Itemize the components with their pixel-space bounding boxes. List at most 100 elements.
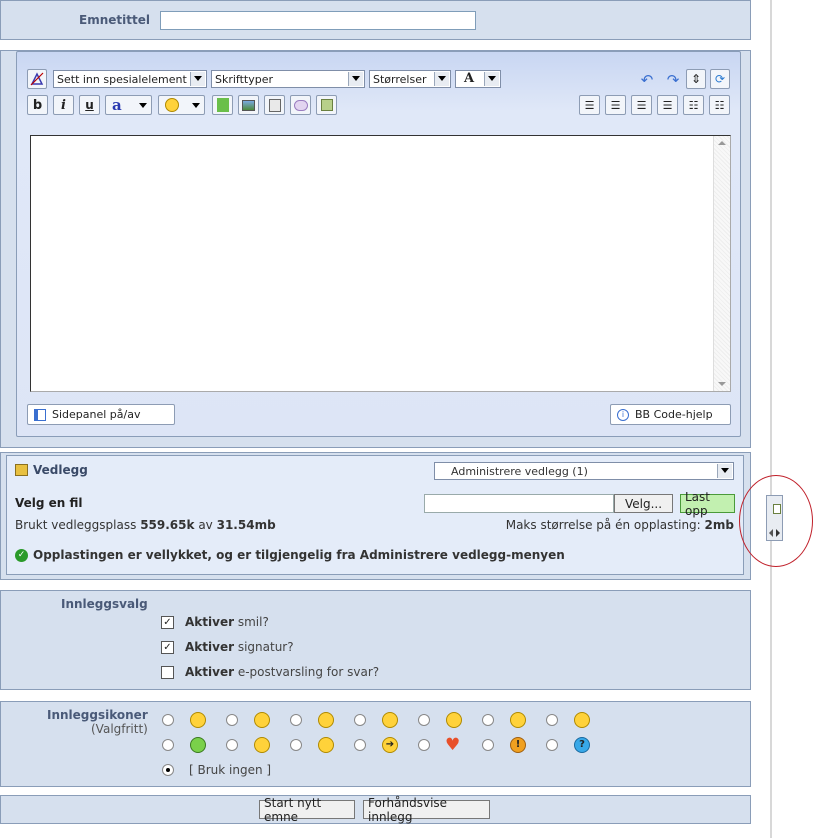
submit-topic-button[interactable]: Start nytt emne <box>259 796 355 824</box>
success-icon: ✓ <box>15 549 28 562</box>
insert-attachment-button[interactable] <box>264 95 285 115</box>
chevron-down-icon <box>192 103 200 108</box>
frown-icon <box>254 712 270 728</box>
color-select[interactable]: A <box>455 70 501 88</box>
icon-radio[interactable] <box>162 714 174 726</box>
icon-radio[interactable] <box>418 739 430 751</box>
icon-radio[interactable] <box>482 739 494 751</box>
enable-smilies-text: Aktiver smil? <box>185 615 269 629</box>
submit-topic-label: Start nytt emne <box>264 795 322 824</box>
align-center-button[interactable]: ☰ <box>631 95 652 115</box>
bold-button[interactable]: b <box>27 95 48 115</box>
manage-attachments-select[interactable]: Administrere vedlegg (1) <box>434 462 734 480</box>
wink-icon <box>382 712 398 728</box>
upload-success-message: Opplastingen er vellykket, og er tilgjen… <box>33 548 565 562</box>
size-select[interactable]: Størrelser <box>369 70 451 88</box>
message-textarea[interactable] <box>30 135 731 392</box>
special-element-select[interactable]: Sett inn spesialelement <box>53 70 207 88</box>
page-edge-line <box>770 0 772 838</box>
icon-radio[interactable] <box>546 739 558 751</box>
unordered-list-button[interactable]: ☷ <box>709 95 730 115</box>
editor-section: Sett inn spesialelement Skrifttyper Stør… <box>0 50 751 448</box>
enable-signature-checkbox[interactable]: ✓ <box>161 641 174 654</box>
angry-icon <box>574 712 590 728</box>
icon-radio[interactable] <box>290 739 302 751</box>
icon-radio[interactable] <box>226 714 238 726</box>
post-options-section: Innleggsvalg ✓ Aktiver smil? ✓ Aktiver s… <box>0 590 751 690</box>
used-space-of: av <box>198 518 213 532</box>
arrow-icon: ➔ <box>382 737 398 753</box>
unordered-list-icon: ☷ <box>714 98 725 112</box>
color-select-value: A <box>464 71 475 86</box>
sick-icon <box>190 737 206 753</box>
email-notify-label: e-postvarsling for svar? <box>237 665 380 679</box>
chevron-down-icon <box>139 103 147 108</box>
resize-icon: ⇕ <box>690 72 702 86</box>
warning-icon: ! <box>510 737 526 753</box>
icon-radio[interactable] <box>482 714 494 726</box>
align-left-button[interactable]: ☰ <box>605 95 626 115</box>
icon-radio[interactable] <box>226 739 238 751</box>
typography-button[interactable]: a <box>105 95 152 115</box>
subject-row: Emnetittel <box>0 0 751 40</box>
icon-radio[interactable] <box>354 714 366 726</box>
insert-image-button[interactable] <box>238 95 259 115</box>
info-icon: i <box>617 408 629 421</box>
icon-radio[interactable] <box>354 739 366 751</box>
scroll-down-icon[interactable] <box>718 382 726 386</box>
subject-label: Emnetittel <box>79 13 150 27</box>
manage-attachments-value: Administrere vedlegg (1) <box>451 465 588 478</box>
ordered-list-button[interactable]: ☷ <box>683 95 704 115</box>
undo-icon[interactable]: ↶ <box>637 70 657 90</box>
special-element-select-value: Sett inn spesialelement <box>57 73 187 86</box>
no-icon-radio[interactable] <box>162 764 174 776</box>
file-path-input[interactable] <box>424 494 614 513</box>
quote-icon <box>293 99 308 111</box>
wysiwyg-toggle-button[interactable] <box>27 69 47 89</box>
underline-button[interactable]: u <box>79 95 100 115</box>
insert-code-button[interactable] <box>316 95 337 115</box>
enable-signature-text: Aktiver signatur? <box>185 640 294 654</box>
smilies-button[interactable] <box>158 95 205 115</box>
email-notify-text: Aktiver e-postvarsling for svar? <box>185 665 379 679</box>
enable-smilies-label: smil? <box>237 615 269 629</box>
enable-smilies-checkbox[interactable]: ✓ <box>161 616 174 629</box>
icon-radio[interactable] <box>546 714 558 726</box>
resize-editor-button[interactable]: ⇕ <box>686 69 706 89</box>
attachment-icon <box>268 98 281 112</box>
highlight-circle <box>739 475 813 567</box>
upload-button-label: Last opp <box>685 489 710 518</box>
icon-radio[interactable] <box>162 739 174 751</box>
attachments-title: Vedlegg <box>33 463 88 477</box>
icon-radio[interactable] <box>290 714 302 726</box>
upload-button[interactable]: Last opp <box>680 490 735 518</box>
font-select[interactable]: Skrifttyper <box>211 70 365 88</box>
align-right-icon: ☰ <box>662 98 673 112</box>
insert-quote-button[interactable] <box>290 95 311 115</box>
preview-label: Forhåndsvise innlegg <box>368 795 448 824</box>
typography-label: a <box>112 96 122 114</box>
sidebar-toggle-button[interactable]: Sidepanel på/av <box>27 404 175 425</box>
align-right-button[interactable]: ☰ <box>657 95 678 115</box>
scroll-up-icon[interactable] <box>718 141 726 145</box>
form-actions: Start nytt emne Forhåndsvise innlegg <box>0 795 751 824</box>
browse-button[interactable]: Velg... <box>614 494 673 513</box>
textarea-scrollbar[interactable] <box>713 136 730 391</box>
grin-icon <box>510 712 526 728</box>
bbcode-help-label: BB Code-hjelp <box>635 408 713 421</box>
ordered-list-icon: ☷ <box>688 98 699 112</box>
font-select-value: Skrifttyper <box>215 73 274 86</box>
switch-mode-button[interactable]: ⟳ <box>710 69 730 89</box>
attachment-folder-icon <box>15 464 28 476</box>
outdent-button[interactable]: ☰ <box>579 95 600 115</box>
redo-icon[interactable]: ↷ <box>663 70 683 90</box>
icon-radio[interactable] <box>418 714 430 726</box>
post-icons-section: Innleggsikoner (Valgfritt) ➔ ♥ ! ? [ Bru… <box>0 701 751 787</box>
italic-button[interactable]: i <box>53 95 74 115</box>
email-notify-checkbox[interactable] <box>161 666 174 679</box>
bbcode-help-button[interactable]: i BB Code-hjelp <box>610 404 731 425</box>
preview-button[interactable]: Forhåndsvise innlegg <box>363 796 490 824</box>
post-icons-sublabel: (Valgfritt) <box>91 722 148 736</box>
insert-link-button[interactable] <box>212 95 233 115</box>
subject-input[interactable] <box>160 11 476 30</box>
